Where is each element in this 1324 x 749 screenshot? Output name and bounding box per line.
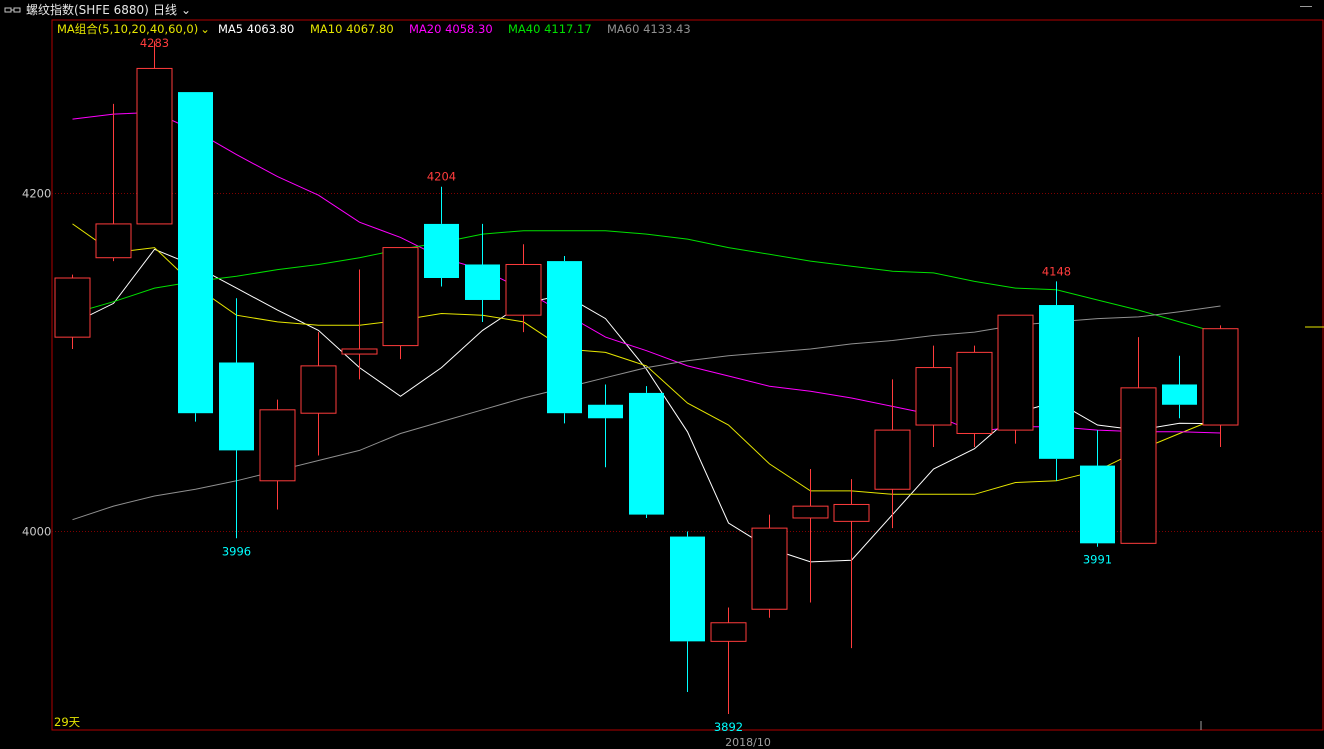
candle-body-down xyxy=(1080,465,1115,544)
high-price-label: 4148 xyxy=(1042,264,1071,278)
candle[interactable] xyxy=(915,345,952,447)
candle[interactable] xyxy=(1039,281,1074,481)
low-price-label: 3892 xyxy=(714,720,743,734)
candle-body-up xyxy=(259,409,296,482)
candle[interactable] xyxy=(382,247,419,360)
y-axis: 4000 4200 xyxy=(22,187,51,539)
candle[interactable] xyxy=(1080,430,1115,547)
candle[interactable] xyxy=(259,399,296,510)
candle-body-down xyxy=(629,392,664,515)
ma60-legend: MA60 4133.43 xyxy=(607,22,691,36)
candle-body-down xyxy=(424,223,459,278)
candle[interactable] xyxy=(547,256,582,424)
candle-body-up xyxy=(751,527,788,610)
candle[interactable] xyxy=(874,379,911,529)
candle[interactable] xyxy=(178,92,213,422)
low-price-label: 3996 xyxy=(222,544,251,558)
candle-body-up xyxy=(997,314,1034,431)
candle[interactable] xyxy=(424,186,459,287)
candle-body-down xyxy=(465,264,500,300)
candle-body-up xyxy=(505,263,542,316)
candle-body-down xyxy=(1039,305,1074,459)
candle-body-down xyxy=(547,261,582,414)
candle-body-up xyxy=(833,503,870,522)
high-price-label: 4283 xyxy=(140,36,169,50)
candle-body-up xyxy=(874,429,911,490)
ma-group-label: MA组合(5,10,20,40,60,0) xyxy=(57,22,199,36)
candle-body-down xyxy=(178,92,213,414)
candle-body-up xyxy=(915,367,952,426)
candle-body-down xyxy=(588,404,623,419)
candle-body-up xyxy=(792,505,829,519)
date-axis-label: 2018/10 xyxy=(725,736,771,749)
period-label: 日线 xyxy=(153,3,178,17)
ma10-legend: MA10 4067.80 xyxy=(310,22,394,36)
candle[interactable] xyxy=(833,479,870,649)
candle-body-up xyxy=(95,223,132,259)
candle-body-up xyxy=(300,365,337,414)
ma-legend: MA组合(5,10,20,40,60,0) ⌄ MA5 4063.80 MA10 … xyxy=(0,20,1324,38)
candle[interactable] xyxy=(956,345,993,447)
candle[interactable] xyxy=(505,244,542,333)
chevron-down-icon: ⌄ xyxy=(200,22,210,36)
candle[interactable] xyxy=(1202,325,1239,447)
candle[interactable] xyxy=(670,531,705,693)
period-selector[interactable]: 日线 ⌄ xyxy=(153,0,191,20)
candle[interactable] xyxy=(1162,355,1197,419)
candle-body-down xyxy=(219,362,254,451)
candle-body-up xyxy=(136,67,173,225)
candle[interactable] xyxy=(629,386,664,518)
y-tick-label: 4200 xyxy=(22,187,51,201)
candle[interactable] xyxy=(751,514,788,618)
ma20-legend: MA20 4058.30 xyxy=(409,22,493,36)
candle-body-up xyxy=(710,622,747,642)
ma-group-selector[interactable]: MA组合(5,10,20,40,60,0) ⌄ xyxy=(57,20,210,38)
candle-body-up xyxy=(1120,387,1157,544)
candle[interactable] xyxy=(792,468,829,603)
candle[interactable] xyxy=(588,384,623,468)
candle[interactable] xyxy=(997,314,1034,444)
y-tick-label: 4000 xyxy=(22,525,51,539)
candle[interactable] xyxy=(710,607,747,715)
title-bar: 螺纹指数(SHFE 6880) 日线 ⌄ xyxy=(0,0,1324,20)
candles xyxy=(54,41,1239,715)
candle[interactable] xyxy=(465,223,500,322)
candle-body-up xyxy=(54,277,91,338)
candle-body-down xyxy=(1162,384,1197,405)
candlestick-chart[interactable]: 4000 4200 4283 3996 4204 3892 4148 3991 29天 20… xyxy=(0,0,1324,749)
candle[interactable] xyxy=(219,298,254,539)
candle[interactable] xyxy=(136,41,173,225)
candle-body-up xyxy=(956,351,993,434)
candle-body-up xyxy=(1202,328,1239,426)
high-price-label: 4204 xyxy=(427,170,456,184)
day-count-label: 29天 xyxy=(54,715,81,729)
chevron-down-icon: ⌄ xyxy=(181,3,192,17)
ma40-legend: MA40 4117.17 xyxy=(508,22,592,36)
candle-body-up xyxy=(341,348,378,355)
minimize-icon[interactable] xyxy=(1300,6,1312,7)
candle-body-down xyxy=(670,536,705,642)
low-price-label: 3991 xyxy=(1083,553,1112,567)
candle[interactable] xyxy=(300,332,337,456)
candle[interactable] xyxy=(341,269,378,380)
instrument-title: 螺纹指数(SHFE 6880) xyxy=(26,3,149,17)
ma5-legend: MA5 4063.80 xyxy=(218,22,295,36)
candle[interactable] xyxy=(1120,337,1157,544)
candle[interactable] xyxy=(95,103,132,262)
candle[interactable] xyxy=(54,274,91,349)
candle-body-up xyxy=(382,247,419,347)
